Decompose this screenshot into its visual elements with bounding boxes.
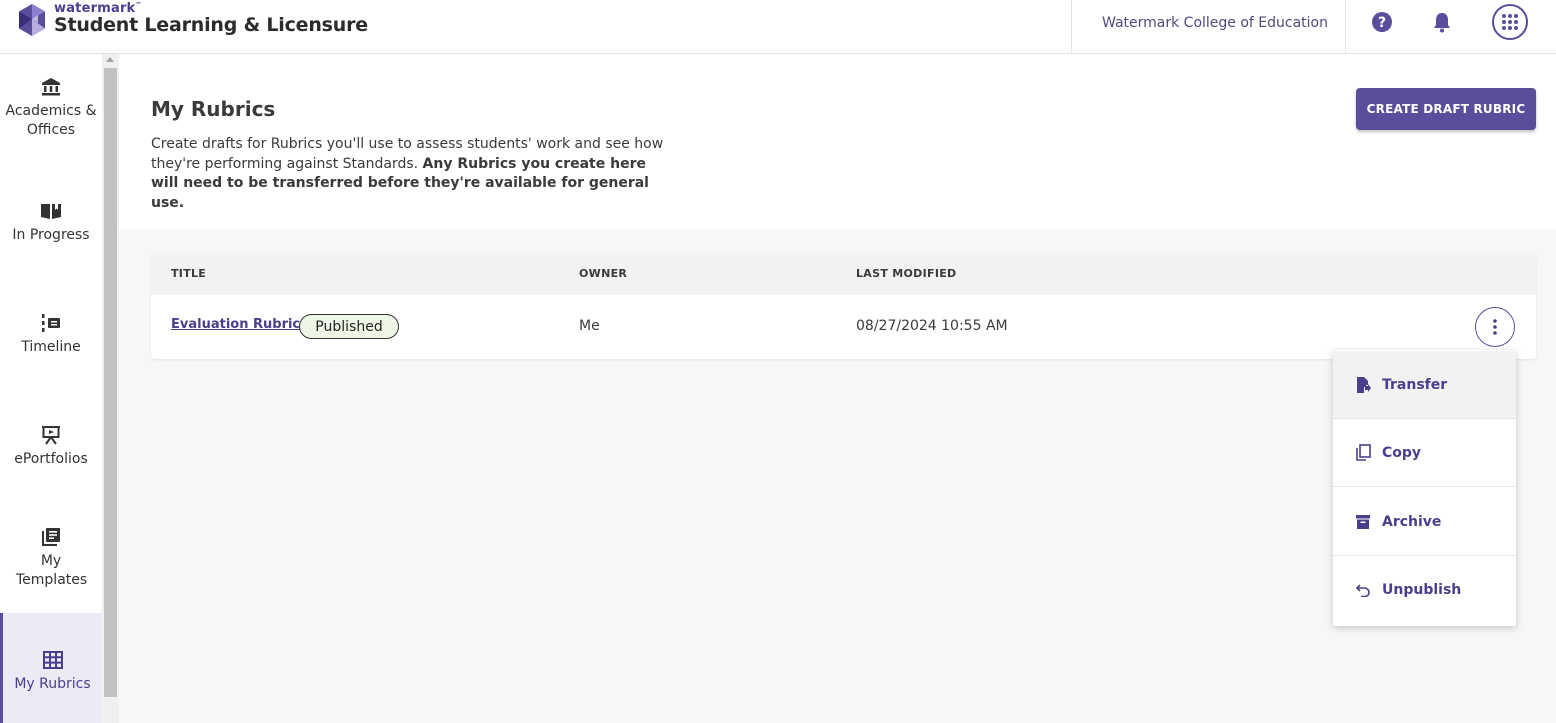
sidebar-item-label: My Templates: [16, 553, 88, 588]
menu-item-label: Transfer: [1382, 376, 1448, 393]
svg-text:?: ?: [1378, 15, 1386, 31]
menu-item-label: Copy: [1382, 444, 1422, 461]
menu-item-archive[interactable]: Archive: [1333, 488, 1516, 556]
sidebar-nav: Academics & Offices In Progress Timeline…: [0, 54, 102, 723]
sidebar-item-label: ePortfolios: [14, 451, 88, 467]
product-title: Student Learning & Licensure: [54, 14, 368, 36]
book-open-icon: [40, 200, 62, 222]
sidebar-item-my-templates[interactable]: My Templates: [0, 526, 102, 590]
status-badge: Published: [299, 314, 399, 339]
archive-icon: [1355, 513, 1371, 531]
row-actions-button[interactable]: [1475, 307, 1515, 347]
bank-icon: [41, 76, 61, 98]
column-header-title[interactable]: TITLE: [171, 267, 206, 280]
sidebar-item-label: Timeline: [21, 339, 81, 355]
header-divider: [1071, 0, 1072, 54]
table-header: TITLE OWNER LAST MODIFIED: [151, 253, 1536, 295]
undo-icon: [1355, 581, 1371, 599]
rubrics-table: TITLE OWNER LAST MODIFIED Evaluation Rub…: [151, 253, 1536, 359]
sidebar-item-label: Academics & Offices: [5, 103, 97, 138]
sidebar-item-label: In Progress: [12, 227, 90, 243]
sidebar-item-my-rubrics[interactable]: My Rubrics: [0, 613, 102, 723]
last-modified-cell: 08/27/2024 10:55 AM: [856, 318, 1008, 334]
app-header: watermark™ Student Learning & Licensure …: [0, 0, 1556, 54]
sidebar-item-in-progress[interactable]: In Progress: [0, 200, 102, 245]
apps-grid-icon[interactable]: [1492, 4, 1528, 40]
owner-cell: Me: [579, 318, 600, 334]
presentation-icon: [41, 424, 61, 446]
page-description: Create drafts for Rubrics you'll use to …: [151, 136, 664, 211]
menu-item-transfer[interactable]: Transfer: [1333, 351, 1516, 419]
sidebar-item-timeline[interactable]: Timeline: [0, 312, 102, 357]
file-transfer-icon: [1355, 376, 1371, 394]
help-icon[interactable]: ?: [1369, 9, 1395, 35]
bell-icon[interactable]: [1429, 9, 1455, 35]
menu-item-copy[interactable]: Copy: [1333, 419, 1516, 487]
rubric-title-link[interactable]: Evaluation Rubric: [171, 317, 300, 332]
scroll-up-arrow-icon[interactable]: [106, 57, 114, 62]
watermark-logo-icon[interactable]: [16, 3, 48, 37]
institution-name[interactable]: Watermark College of Education: [1102, 15, 1328, 31]
more-vertical-icon: [1493, 319, 1497, 335]
row-actions-menu: Transfer Copy Archive Unpublish: [1333, 350, 1516, 626]
grid-table-icon: [42, 649, 63, 671]
copy-icon: [1355, 444, 1371, 462]
column-header-owner[interactable]: OWNER: [579, 267, 627, 280]
scrollbar-thumb[interactable]: [104, 68, 117, 697]
menu-item-unpublish[interactable]: Unpublish: [1333, 556, 1516, 624]
menu-item-label: Archive: [1382, 513, 1442, 530]
timeline-icon: [41, 312, 61, 334]
sidebar-item-label: My Rubrics: [14, 676, 91, 692]
page-title: My Rubrics: [151, 97, 276, 121]
sidebar-item-eportfolios[interactable]: ePortfolios: [0, 424, 102, 469]
header-divider: [1345, 0, 1346, 54]
templates-icon: [41, 526, 61, 548]
sidebar-item-academics-offices[interactable]: Academics & Offices: [0, 76, 102, 140]
column-header-last-modified[interactable]: LAST MODIFIED: [856, 267, 956, 280]
create-draft-rubric-button[interactable]: CREATE DRAFT RUBRIC: [1356, 88, 1536, 130]
menu-item-label: Unpublish: [1382, 582, 1462, 598]
